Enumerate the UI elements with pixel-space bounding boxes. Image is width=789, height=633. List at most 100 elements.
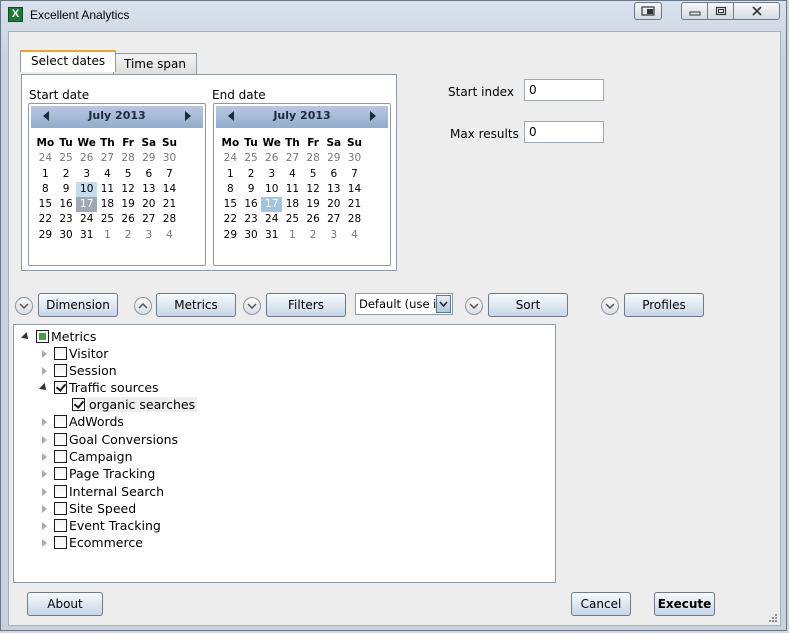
metrics-button[interactable]: Metrics bbox=[156, 293, 236, 317]
calendar-day[interactable]: 1 bbox=[282, 228, 303, 243]
calendar-day[interactable]: 31 bbox=[76, 228, 97, 243]
expand-arrow-icon[interactable] bbox=[38, 486, 50, 498]
expand-arrow-icon[interactable] bbox=[38, 503, 50, 515]
calendar-day[interactable]: 27 bbox=[97, 151, 118, 166]
tree-node-event-tracking[interactable]: Event Tracking bbox=[38, 517, 161, 534]
execute-button[interactable]: Execute bbox=[654, 592, 715, 616]
calendar-day[interactable]: 22 bbox=[220, 212, 241, 227]
site-speed-checkbox[interactable] bbox=[54, 502, 67, 515]
maximize-button[interactable] bbox=[707, 2, 734, 20]
calendar-day[interactable]: 24 bbox=[220, 151, 241, 166]
visitor-checkbox[interactable] bbox=[54, 347, 67, 360]
calendar-day[interactable]: 30 bbox=[241, 228, 262, 243]
calendar-day[interactable]: 19 bbox=[118, 197, 139, 212]
filters-button[interactable]: Filters bbox=[266, 293, 346, 317]
expand-arrow-icon[interactable] bbox=[38, 434, 50, 446]
calendar-day[interactable]: 4 bbox=[282, 167, 303, 182]
next-month-icon[interactable] bbox=[185, 111, 191, 121]
calendar-month-title[interactable]: July 2013 bbox=[61, 109, 173, 122]
calendar-day[interactable]: 4 bbox=[97, 167, 118, 182]
session-checkbox[interactable] bbox=[54, 364, 67, 377]
expand-arrow-icon[interactable] bbox=[38, 348, 50, 360]
calendar-day[interactable]: 15 bbox=[220, 197, 241, 212]
expand-arrow-icon[interactable] bbox=[38, 365, 50, 377]
expand-arrow-icon[interactable] bbox=[20, 331, 32, 343]
prev-month-icon[interactable] bbox=[228, 111, 234, 121]
calendar-day[interactable]: 10 bbox=[261, 182, 282, 197]
organic-searches-checkbox[interactable] bbox=[72, 398, 85, 411]
calendar-day[interactable]: 5 bbox=[303, 167, 324, 182]
prev-month-icon[interactable] bbox=[43, 111, 49, 121]
calendar-day[interactable]: 3 bbox=[261, 167, 282, 182]
adwords-checkbox[interactable] bbox=[54, 415, 67, 428]
calendar-day[interactable]: 28 bbox=[344, 212, 365, 227]
calendar-day[interactable]: 24 bbox=[76, 212, 97, 227]
calendar-day[interactable]: 26 bbox=[303, 212, 324, 227]
calendar-day[interactable]: 10 bbox=[76, 181, 98, 198]
calendar-day[interactable]: 29 bbox=[35, 228, 56, 243]
calendar-day[interactable]: 8 bbox=[220, 182, 241, 197]
calendar-day[interactable]: 11 bbox=[97, 182, 118, 197]
calendar-day[interactable]: 7 bbox=[159, 167, 180, 182]
calendar-day[interactable]: 23 bbox=[241, 212, 262, 227]
calendar-day[interactable]: 18 bbox=[282, 197, 303, 212]
root-checkbox[interactable] bbox=[36, 330, 49, 343]
tree-node-root[interactable]: Metrics bbox=[20, 328, 96, 345]
calendar-day[interactable]: 15 bbox=[35, 197, 56, 212]
calendar-day[interactable]: 31 bbox=[261, 228, 282, 243]
expand-arrow-icon[interactable] bbox=[38, 382, 50, 394]
calendar-day[interactable]: 1 bbox=[220, 167, 241, 182]
expand-arrow-icon[interactable] bbox=[38, 451, 50, 463]
calendar-day[interactable]: 9 bbox=[241, 182, 262, 197]
calendar-day[interactable]: 14 bbox=[159, 182, 180, 197]
end-date-calendar[interactable]: July 2013 Mo Tu We Th Fr Sa Su 24 25 26 27 28 29 30 1 2… bbox=[213, 103, 391, 266]
tree-node-ecommerce[interactable]: Ecommerce bbox=[38, 534, 143, 551]
calendar-day[interactable]: 27 bbox=[323, 212, 344, 227]
calendar-day[interactable]: 12 bbox=[303, 182, 324, 197]
calendar-day[interactable]: 4 bbox=[344, 228, 365, 243]
resize-grip-icon[interactable] bbox=[769, 614, 777, 622]
internal-search-checkbox[interactable] bbox=[54, 485, 67, 498]
dimension-expander[interactable] bbox=[15, 297, 33, 315]
cancel-button[interactable]: Cancel bbox=[571, 592, 631, 616]
calendar-day[interactable]: 1 bbox=[35, 167, 56, 182]
event-tracking-checkbox[interactable] bbox=[54, 519, 67, 532]
calendar-day[interactable]: 2 bbox=[303, 228, 324, 243]
calendar-day[interactable]: 2 bbox=[241, 167, 262, 182]
expand-arrow-icon[interactable] bbox=[38, 416, 50, 428]
calendar-day[interactable]: 27 bbox=[138, 212, 159, 227]
tree-node-campaign[interactable]: Campaign bbox=[38, 448, 133, 465]
calendar-day[interactable]: 3 bbox=[76, 167, 97, 182]
calendar-day[interactable]: 3 bbox=[138, 228, 159, 243]
tree-node-adwords[interactable]: AdWords bbox=[38, 413, 124, 430]
calendar-day[interactable]: 18 bbox=[97, 197, 118, 212]
next-month-icon[interactable] bbox=[370, 111, 376, 121]
calendar-day[interactable]: 30 bbox=[344, 151, 365, 166]
metrics-expander[interactable] bbox=[134, 297, 152, 315]
calendar-day[interactable]: 6 bbox=[323, 167, 344, 182]
calendar-day[interactable]: 19 bbox=[303, 197, 324, 212]
calendar-day[interactable]: 29 bbox=[220, 228, 241, 243]
calendar-day[interactable]: 28 bbox=[303, 151, 324, 166]
campaign-checkbox[interactable] bbox=[54, 450, 67, 463]
calendar-day[interactable]: 16 bbox=[241, 197, 262, 212]
calendar-day[interactable]: 9 bbox=[56, 182, 77, 197]
traffic-sources-checkbox[interactable] bbox=[54, 381, 67, 394]
expand-arrow-icon[interactable] bbox=[38, 468, 50, 480]
calendar-day[interactable]: 1 bbox=[97, 228, 118, 243]
minimize-button[interactable] bbox=[681, 2, 708, 20]
profiles-button[interactable]: Profiles bbox=[624, 293, 704, 317]
filters-expander[interactable] bbox=[243, 297, 261, 315]
calendar-day[interactable]: 25 bbox=[97, 212, 118, 227]
calendar-day[interactable]: 17 bbox=[76, 197, 98, 213]
tree-node-site-speed[interactable]: Site Speed bbox=[38, 500, 136, 517]
calendar-day[interactable]: 5 bbox=[118, 167, 139, 182]
calendar-day[interactable]: 30 bbox=[56, 228, 77, 243]
calendar-day[interactable]: 20 bbox=[138, 197, 159, 212]
ecommerce-checkbox[interactable] bbox=[54, 536, 67, 549]
tree-node-organic-searches[interactable]: organic searches bbox=[72, 396, 198, 413]
calendar-day[interactable]: 25 bbox=[282, 212, 303, 227]
calendar-day[interactable]: 23 bbox=[56, 212, 77, 227]
calendar-day[interactable]: 30 bbox=[159, 151, 180, 166]
tree-node-page-tracking[interactable]: Page Tracking bbox=[38, 465, 155, 482]
